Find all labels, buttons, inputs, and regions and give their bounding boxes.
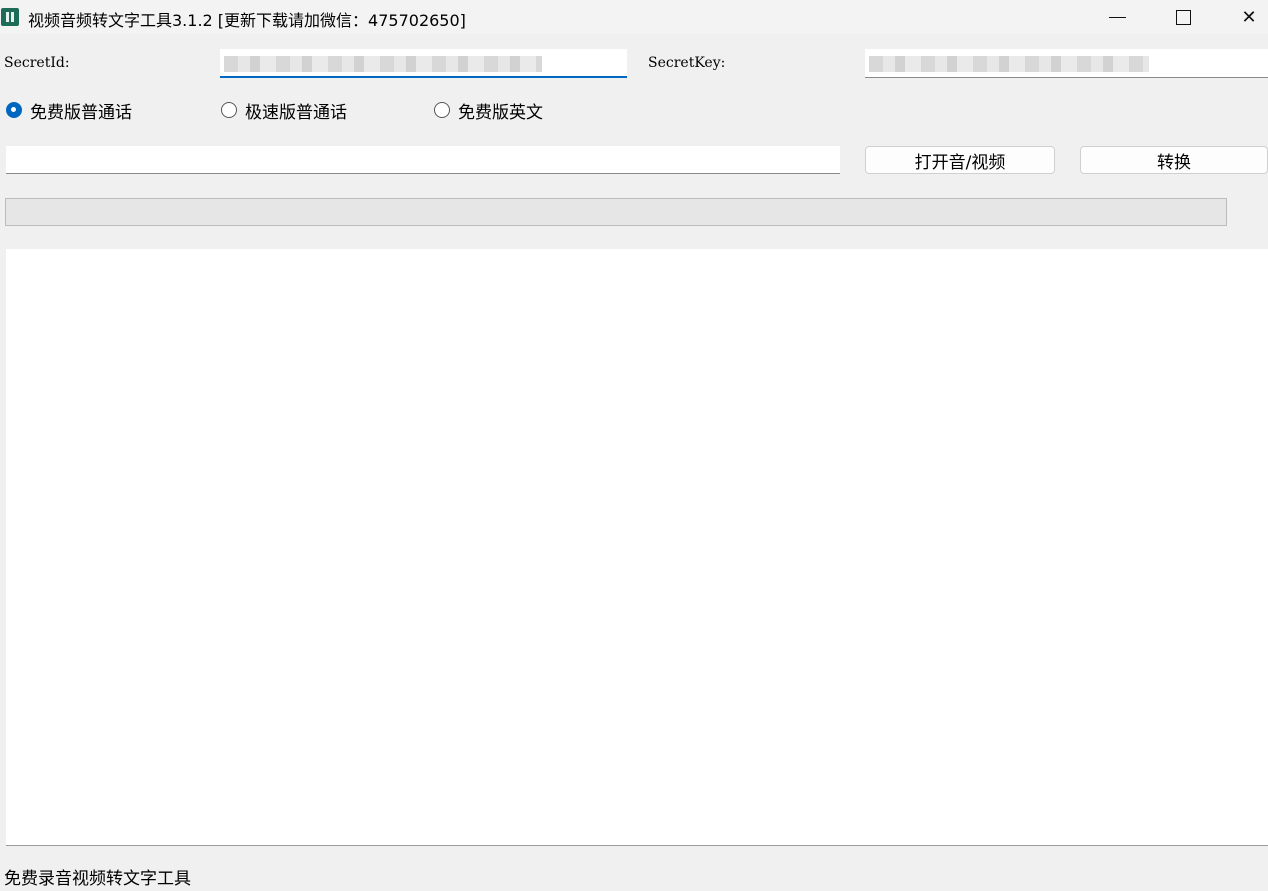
minimize-button[interactable] (1087, 0, 1147, 34)
radio-fast-mandarin[interactable]: 极速版普通话 (221, 97, 347, 123)
maximize-button[interactable] (1153, 0, 1213, 34)
title-bar: 视频音频转文字工具3.1.2 [更新下载请加微信：475702650] ✕ (0, 0, 1268, 34)
open-media-button[interactable]: 打开音/视频 (865, 146, 1055, 174)
secret-key-masked-value (869, 56, 1149, 72)
status-bar-text: 免费录音视频转文字工具 (4, 869, 191, 889)
radio-checked-icon (6, 102, 22, 118)
secret-id-masked-value (224, 56, 542, 72)
progress-bar (5, 198, 1227, 226)
convert-button[interactable]: 转换 (1080, 146, 1268, 174)
maximize-icon (1175, 9, 1191, 25)
close-icon: ✕ (1241, 6, 1257, 28)
secret-key-input[interactable] (865, 49, 1268, 78)
radio-label: 极速版普通话 (245, 102, 347, 123)
minimize-icon (1108, 16, 1126, 18)
secret-key-label: SecretKey: (648, 55, 726, 71)
radio-label: 免费版普通话 (30, 102, 132, 123)
radio-unchecked-icon (221, 102, 237, 118)
secret-id-label: SecretId: (4, 55, 70, 71)
app-icon (1, 8, 19, 26)
radio-label: 免费版英文 (458, 102, 543, 123)
radio-free-english[interactable]: 免费版英文 (434, 97, 543, 123)
file-path-input[interactable] (6, 146, 840, 174)
window-title: 视频音频转文字工具3.1.2 [更新下载请加微信：475702650] (28, 11, 466, 30)
secret-id-input[interactable] (220, 49, 627, 78)
radio-unchecked-icon (434, 102, 450, 118)
output-text-area[interactable] (6, 249, 1268, 846)
close-button[interactable]: ✕ (1219, 0, 1268, 34)
radio-free-mandarin[interactable]: 免费版普通话 (6, 97, 132, 123)
